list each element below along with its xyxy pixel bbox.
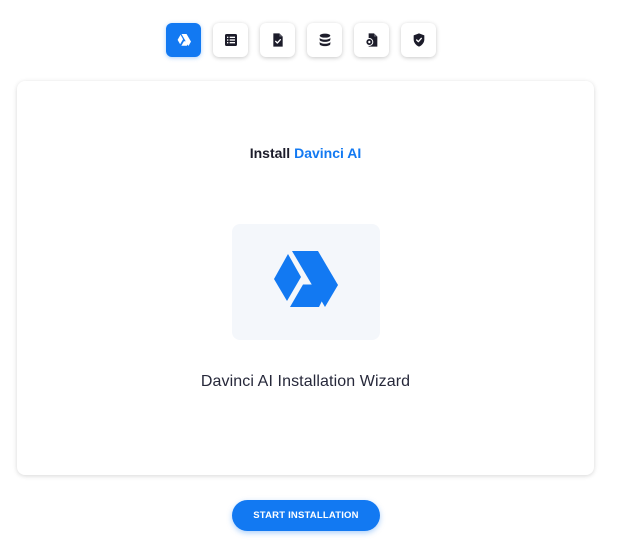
wizard-steps — [166, 23, 436, 57]
drive-icon — [272, 249, 340, 316]
database-icon — [317, 32, 333, 48]
list-icon — [223, 32, 239, 48]
file-check-icon — [270, 32, 286, 48]
product-logo — [232, 224, 380, 340]
step-database[interactable] — [307, 23, 342, 57]
step-permissions[interactable] — [260, 23, 295, 57]
start-installation-button[interactable]: START INSTALLATION — [232, 500, 380, 531]
step-settings[interactable] — [354, 23, 389, 57]
installer-page: Install Davinci AI Davinci AI Installati… — [0, 0, 618, 557]
shield-check-icon — [411, 32, 427, 48]
heading-product-name: Davinci AI — [294, 145, 362, 161]
file-settings-icon — [364, 32, 380, 48]
step-welcome[interactable] — [166, 23, 201, 57]
welcome-card: Install Davinci AI Davinci AI Installati… — [17, 81, 594, 475]
wizard-title: Davinci AI Installation Wizard — [200, 373, 411, 390]
step-requirements[interactable] — [213, 23, 248, 57]
drive-icon — [176, 32, 192, 48]
step-finish[interactable] — [401, 23, 436, 57]
heading-prefix: Install — [249, 145, 291, 161]
card-heading: Install Davinci AI — [17, 145, 594, 161]
